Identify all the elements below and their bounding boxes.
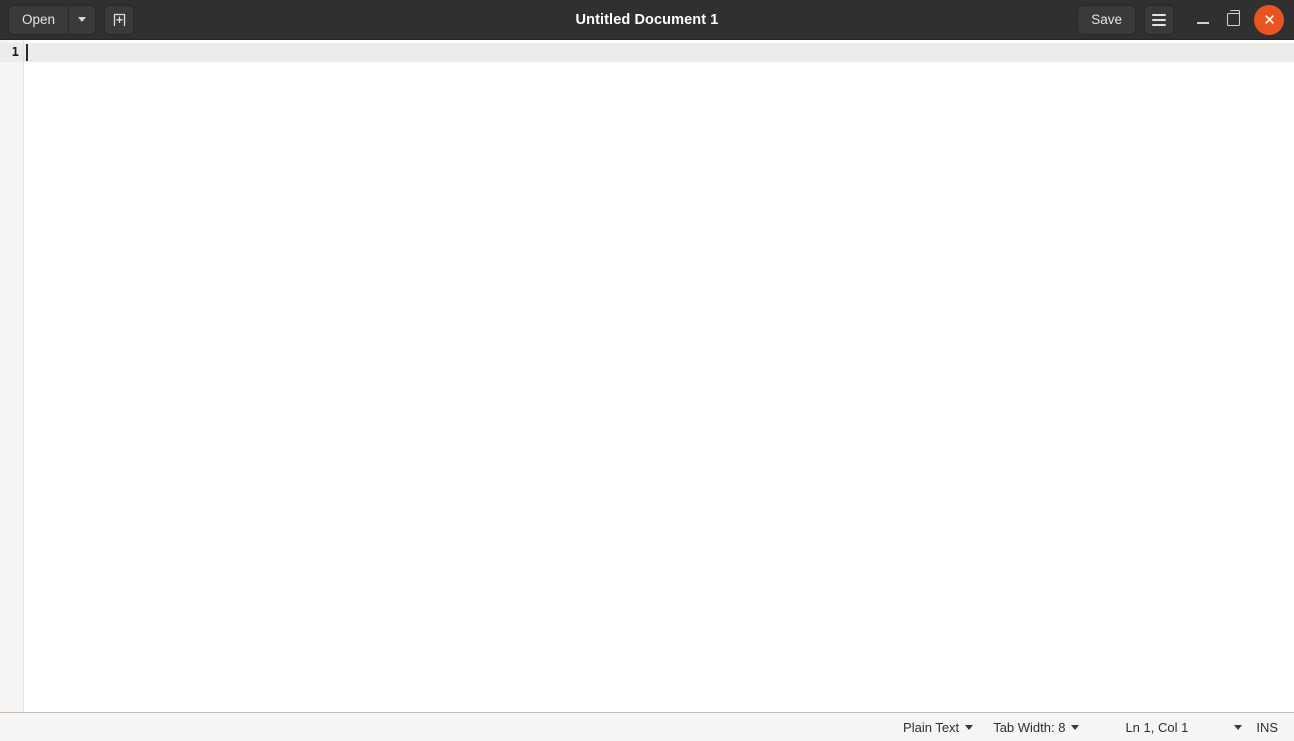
current-line-highlight: [24, 43, 1294, 62]
insert-mode-indicator: INS: [1256, 719, 1278, 735]
tab-width-label: Tab Width: 8: [993, 719, 1066, 735]
text-editor-window: Open Untitled Document 1 Save 1 Plain Te…: [0, 0, 1294, 741]
maximize-icon: [1226, 10, 1240, 26]
close-button[interactable]: [1254, 4, 1284, 35]
hamburger-menu-icon: [1152, 23, 1166, 26]
line-number-gutter: 1: [0, 40, 24, 712]
window-title-text: Untitled Document 1: [575, 11, 719, 28]
main-menu-button[interactable]: [1144, 4, 1174, 35]
new-document-button[interactable]: [104, 4, 135, 35]
language-selector[interactable]: Plain Text: [893, 716, 983, 738]
chevron-down-icon: [1071, 724, 1080, 730]
chevron-down-icon: [78, 17, 87, 22]
save-button[interactable]: Save: [1077, 4, 1136, 35]
tab-width-selector[interactable]: Tab Width: 8: [983, 716, 1089, 738]
status-bar: Plain Text Tab Width: 8 Ln 1, Col 1 INS: [0, 712, 1294, 741]
minimize-button[interactable]: [1188, 5, 1218, 35]
open-button[interactable]: Open: [9, 5, 70, 34]
open-split-button[interactable]: Open: [8, 4, 97, 35]
editor-area[interactable]: 1: [0, 40, 1294, 712]
hamburger-menu-icon: [1152, 13, 1166, 16]
save-button-label: Save: [1091, 12, 1122, 27]
chevron-down-icon: [1234, 724, 1243, 730]
hamburger-menu-icon: [1152, 18, 1166, 21]
header-left-controls: Open: [8, 4, 135, 35]
language-label: Plain Text: [903, 719, 960, 735]
text-view[interactable]: [24, 40, 1294, 712]
new-document-icon: [113, 13, 125, 27]
minimize-icon: [1197, 22, 1209, 24]
open-button-label: Open: [22, 12, 56, 27]
text-cursor: [26, 44, 28, 61]
cursor-position-selector[interactable]: Ln 1, Col 1: [1115, 716, 1252, 738]
header-bar: Open Untitled Document 1 Save: [0, 0, 1294, 40]
cursor-position-label: Ln 1, Col 1: [1125, 719, 1189, 735]
close-icon: [1264, 15, 1274, 24]
open-dropdown-button[interactable]: [69, 6, 95, 34]
maximize-button[interactable]: [1218, 5, 1248, 35]
header-right-controls: Save: [1077, 4, 1286, 35]
chevron-down-icon: [965, 724, 974, 730]
line-number: 1: [11, 44, 19, 59]
